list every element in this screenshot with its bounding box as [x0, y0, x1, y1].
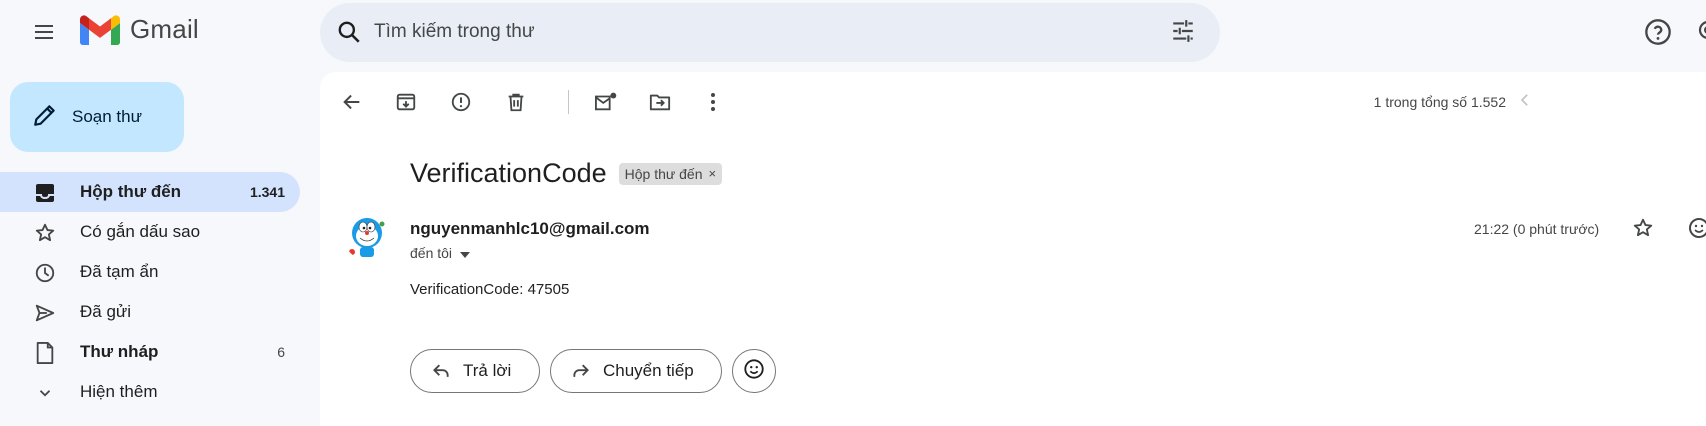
back-arrow-icon[interactable] — [334, 84, 370, 120]
more-vert-icon[interactable] — [695, 84, 731, 120]
sidebar-item-sent[interactable]: Đã gửi — [0, 292, 300, 332]
settings-icon[interactable] — [1696, 16, 1706, 49]
sidebar-item-label: Đã tạm ẩn — [80, 262, 159, 281]
sidebar-item-more[interactable]: Hiện thêm — [0, 372, 300, 412]
archive-icon[interactable] — [388, 84, 424, 120]
gmail-logo[interactable]: Gmail — [80, 14, 199, 45]
help-icon[interactable] — [1640, 14, 1676, 50]
avatar[interactable] — [344, 214, 390, 260]
toolbar-divider — [568, 90, 569, 114]
recipient-label: đến tôi — [410, 245, 453, 261]
forward-button[interactable]: Chuyển tiếp — [550, 349, 722, 393]
draft-count: 6 — [277, 344, 285, 360]
search-bar[interactable] — [320, 3, 1220, 62]
sender-email: nguyenmanhlc10@gmail.com — [410, 219, 650, 238]
sidebar-item-snoozed[interactable]: Đã tạm ẩn — [0, 252, 300, 292]
report-spam-icon[interactable] — [443, 84, 479, 120]
sidebar-nav: Hộp thư đến 1.341 Có gắn dấu sao Đã tạm … — [0, 172, 300, 412]
sidebar-item-drafts[interactable]: Thư nháp 6 — [0, 332, 300, 372]
sidebar-item-label: Hiện thêm — [80, 382, 158, 401]
app-name: Gmail — [130, 14, 199, 44]
message-toolbar: 1 trong tổng số 1.552 — [320, 72, 1706, 132]
message-panel: 1 trong tổng số 1.552 VerificationCode H… — [320, 72, 1706, 426]
hamburger-menu-icon[interactable] — [20, 12, 68, 52]
recipient-dropdown[interactable]: đến tôi — [410, 245, 471, 261]
compose-button[interactable]: Soạn thư — [10, 82, 184, 152]
sidebar-item-label: Hộp thư đến — [80, 182, 182, 201]
star-icon[interactable] — [1632, 217, 1654, 244]
pager-text: 1 trong tổng số 1.552 — [1373, 94, 1506, 110]
inbox-icon — [34, 182, 56, 204]
sidebar-item-label: Có gắn dấu sao — [80, 222, 201, 241]
search-input[interactable] — [374, 12, 1134, 52]
label-chip[interactable]: Hộp thư đến × — [618, 162, 723, 185]
pencil-icon — [32, 102, 58, 133]
delete-icon[interactable] — [498, 84, 534, 120]
unread-count: 1.341 — [249, 184, 285, 200]
reply-icon — [431, 361, 451, 381]
star-icon — [34, 222, 56, 244]
sidebar-item-inbox[interactable]: Hộp thư đến 1.341 — [0, 172, 300, 212]
emoji-reaction-icon[interactable] — [1688, 217, 1706, 244]
forward-label: Chuyển tiếp — [603, 361, 694, 380]
tune-icon[interactable] — [1170, 18, 1196, 49]
sidebar-item-label: Thư nháp — [80, 342, 159, 361]
gmail-m-logo — [80, 14, 120, 45]
sidebar-item-starred[interactable]: Có gắn dấu sao — [0, 212, 300, 252]
caret-down-icon[interactable] — [460, 245, 471, 261]
sidebar-item-label: Đã gửi — [80, 302, 132, 321]
emoji-icon — [743, 358, 765, 385]
search-icon[interactable] — [336, 19, 362, 50]
message-timestamp: 21:22 (0 phút trước) — [1474, 221, 1600, 237]
top-bar: Gmail — [0, 0, 1706, 64]
compose-label: Soạn thư — [72, 107, 142, 126]
message-body: VerificationCode: 47505 — [410, 281, 570, 298]
subject-row: VerificationCode Hộp thư đến × — [410, 158, 723, 189]
label-chip-text: Hộp thư đến — [624, 165, 703, 182]
move-to-icon[interactable] — [642, 84, 678, 120]
chevron-down-icon — [34, 382, 56, 404]
reply-button[interactable]: Trả lời — [410, 349, 540, 393]
message-subject: VerificationCode — [410, 158, 607, 188]
emoji-button[interactable] — [732, 349, 776, 393]
reply-label: Trả lời — [463, 361, 512, 380]
forward-icon — [571, 361, 591, 381]
draft-icon — [34, 342, 56, 364]
chevron-left-icon[interactable] — [1516, 91, 1534, 114]
mark-unread-icon[interactable] — [588, 84, 624, 120]
remove-label-icon[interactable]: × — [709, 166, 717, 181]
clock-icon — [34, 262, 56, 284]
send-icon — [34, 302, 56, 324]
